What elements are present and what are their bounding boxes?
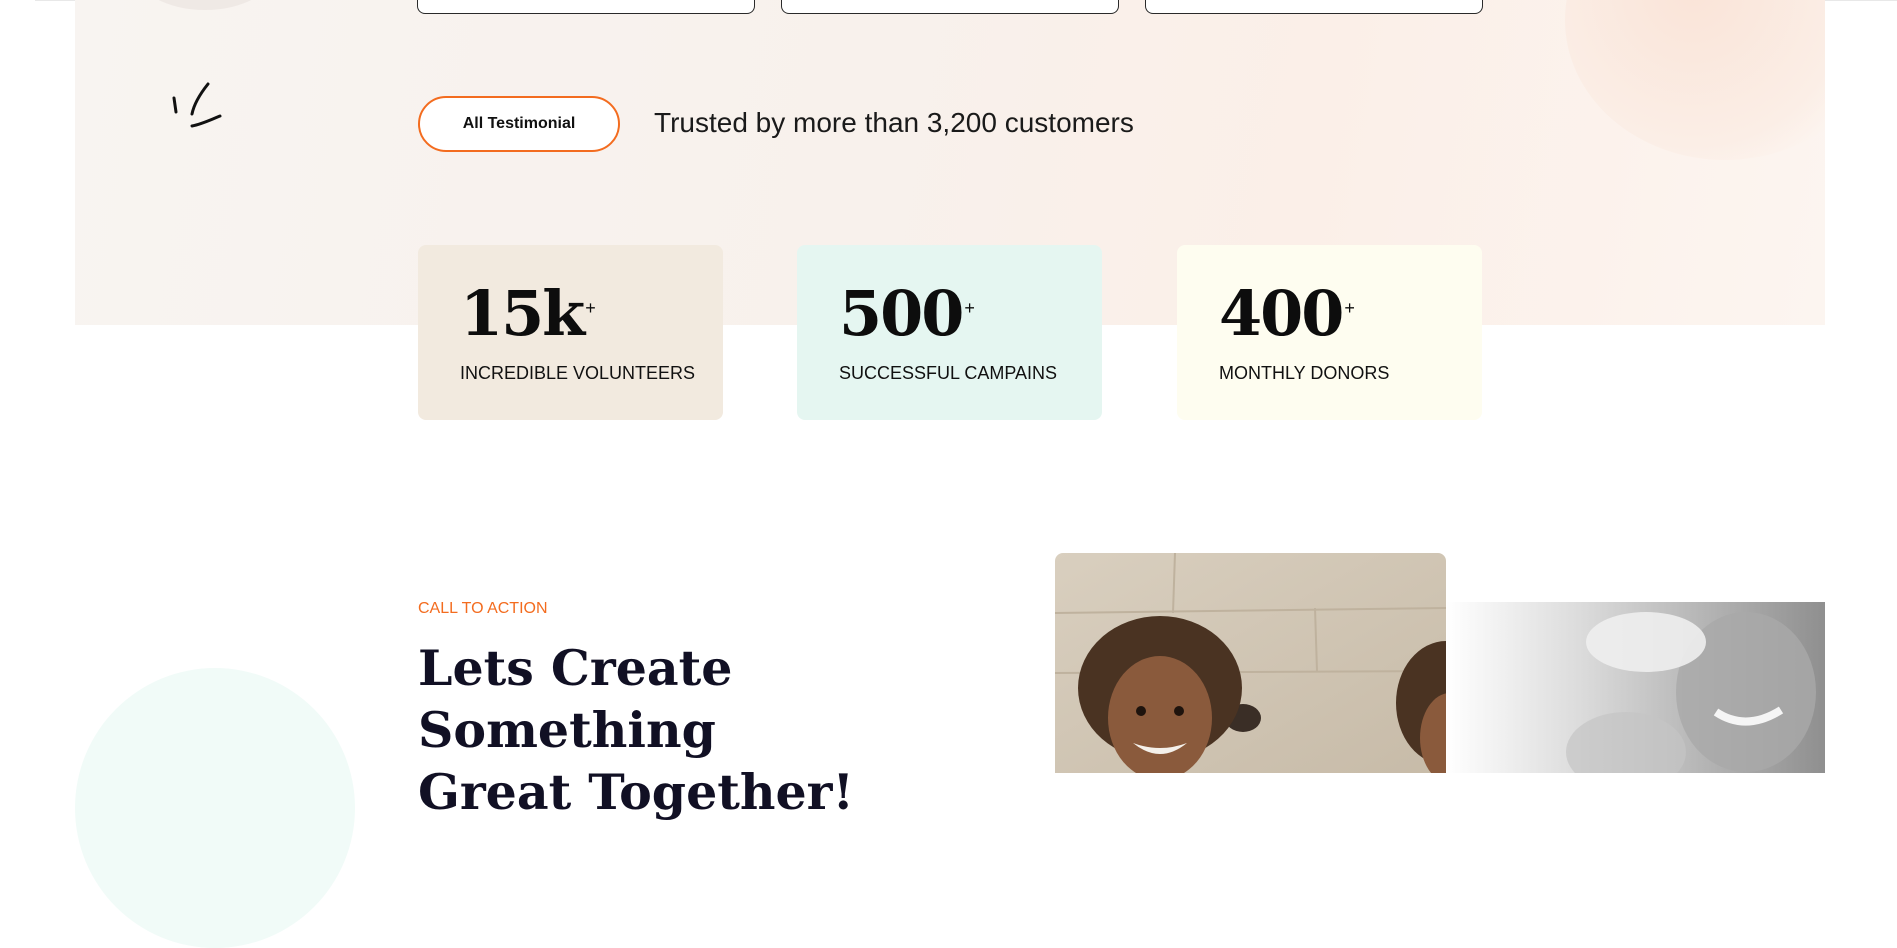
- stat-plus-sign: +: [1344, 298, 1355, 318]
- squiggle-doodle-icon: [172, 82, 222, 128]
- stat-label: INCREDIBLE VOLUNTEERS: [460, 363, 696, 383]
- testimonial-card-bottom-edge: [781, 0, 1119, 14]
- stat-card-donors: 400 + MONTHLY DONORS: [1177, 245, 1482, 420]
- stat-card-campaigns: 500 + SUCCESSFUL CAMPAINS: [797, 245, 1102, 420]
- stat-label: MONTHLY DONORS: [1219, 363, 1390, 383]
- stat-number: 15k +: [460, 277, 596, 350]
- all-testimonial-button-label: All Testimonial: [462, 115, 576, 132]
- cta-heading-line: Lets Create Something: [418, 639, 733, 759]
- cta-heading: Lets Create Something Great Together!: [418, 637, 978, 823]
- stat-label: SUCCESSFUL CAMPAINS: [839, 363, 1058, 383]
- testimonial-card-bottom-edge: [417, 0, 755, 14]
- cta-photo-secondary: [1446, 602, 1825, 773]
- decorative-blob: [1565, 0, 1825, 160]
- cta-eyebrow: CALL TO ACTION: [418, 600, 548, 617]
- stat-number: 500 +: [839, 277, 975, 350]
- decorative-blob: [135, 0, 275, 10]
- cta-photo-children: [1055, 553, 1446, 773]
- stat-number: 400 +: [1219, 277, 1355, 350]
- stat-plus-sign: +: [964, 298, 975, 318]
- trusted-by-text: Trusted by more than 3,200 customers: [654, 107, 1134, 138]
- decorative-circle: [75, 668, 355, 948]
- stat-card-volunteers: 15k + INCREDIBLE VOLUNTEERS: [418, 245, 723, 420]
- testimonial-card-bottom-edge: [1145, 0, 1483, 14]
- all-testimonial-button[interactable]: All Testimonial: [418, 96, 620, 152]
- cta-heading-line: Great Together!: [418, 763, 854, 821]
- stat-plus-sign: +: [585, 298, 596, 318]
